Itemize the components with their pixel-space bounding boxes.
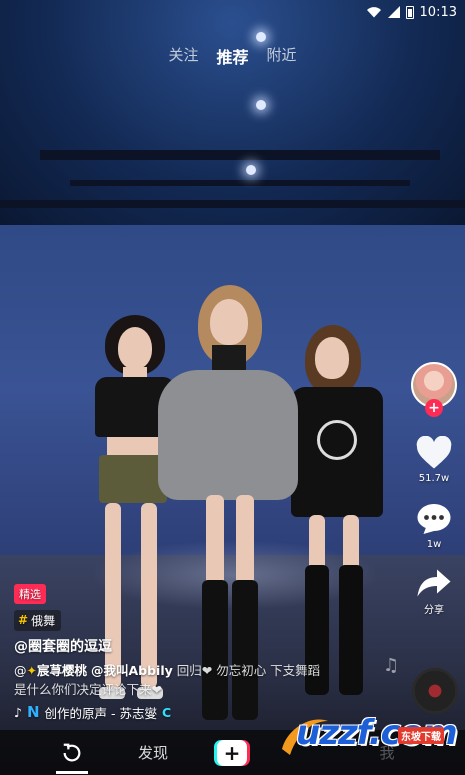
tab-following[interactable]: 关注: [168, 44, 198, 68]
lighting-truss: [0, 200, 465, 208]
tab-nearby[interactable]: 附近: [267, 44, 297, 68]
follow-plus-button[interactable]: +: [425, 399, 443, 417]
ceiling-light: [246, 165, 256, 175]
action-rail: + 51.7w 1w 分享: [409, 362, 459, 616]
floating-note-icon: ♫: [383, 655, 400, 676]
ceiling-light: [256, 100, 266, 110]
c-logo-icon: C: [162, 704, 172, 720]
feed-tabs: 关注 推荐 附近: [0, 44, 465, 68]
create-video-button[interactable]: +: [212, 730, 252, 775]
status-time: 10:13: [419, 4, 457, 20]
n-logo-icon: N: [26, 703, 40, 721]
author-name[interactable]: @圈套圈的逗逗: [14, 636, 414, 656]
active-tab-indicator: [56, 771, 88, 774]
music-note-icon: ♪: [14, 704, 22, 720]
watermark-subtext: 东坡下载: [398, 727, 444, 744]
refresh-button[interactable]: [52, 730, 92, 775]
lighting-truss: [40, 150, 440, 160]
studio-ceiling: [0, 0, 465, 230]
topic-tag-label: 俄舞: [31, 613, 56, 628]
featured-badge: 精选: [14, 584, 46, 604]
desc-text: 回归❤ 勿忘初心 下支舞蹈: [172, 662, 321, 678]
lighting-truss: [70, 180, 410, 186]
video-captions: 精选 # 俄舞 @圈套圈的逗逗 @✦宸荨樱桃 @我叫Abbily 回归❤ 勿忘初…: [14, 583, 414, 722]
sparkle-icon: ✦: [26, 662, 37, 678]
comment-count: 1w: [426, 539, 442, 550]
share-label: 分享: [424, 605, 444, 616]
site-watermark: uzzf.com 东坡下载: [278, 705, 458, 769]
hashtag-icon: #: [18, 613, 29, 627]
mention-link[interactable]: 宸荨樱桃: [37, 663, 87, 678]
like-count: 51.7w: [418, 473, 450, 484]
tab-recommended[interactable]: 推荐: [216, 44, 248, 68]
signal-icon: [387, 6, 400, 18]
share-arrow-icon[interactable]: [416, 568, 452, 598]
topic-tag[interactable]: # 俄舞: [14, 609, 62, 631]
video-description: @✦宸荨樱桃 @我叫Abbily 回归❤ 勿忘初心 下支舞蹈 是什么你们决定评论…: [14, 661, 414, 699]
heart-icon[interactable]: [415, 436, 453, 470]
battery-icon: [405, 5, 414, 19]
creator-avatar-button[interactable]: +: [411, 362, 457, 417]
comment-button[interactable]: 1w: [416, 502, 452, 550]
ceiling-light: [256, 32, 266, 42]
wifi-icon: [366, 7, 381, 18]
desc-at: @: [14, 662, 27, 678]
mention-link[interactable]: @我叫Abbily: [91, 663, 173, 678]
plus-icon[interactable]: +: [214, 739, 250, 766]
refresh-icon[interactable]: [61, 742, 83, 764]
desc-text: 是什么你们决定评论下来❤: [14, 681, 162, 697]
status-bar: 10:13: [0, 0, 465, 24]
nav-discover[interactable]: 发现: [128, 730, 178, 775]
like-button[interactable]: 51.7w: [415, 436, 453, 484]
share-button[interactable]: 分享: [416, 568, 452, 616]
comment-icon[interactable]: [416, 502, 452, 536]
music-title: 创作的原声 - 苏志燮: [44, 705, 158, 721]
